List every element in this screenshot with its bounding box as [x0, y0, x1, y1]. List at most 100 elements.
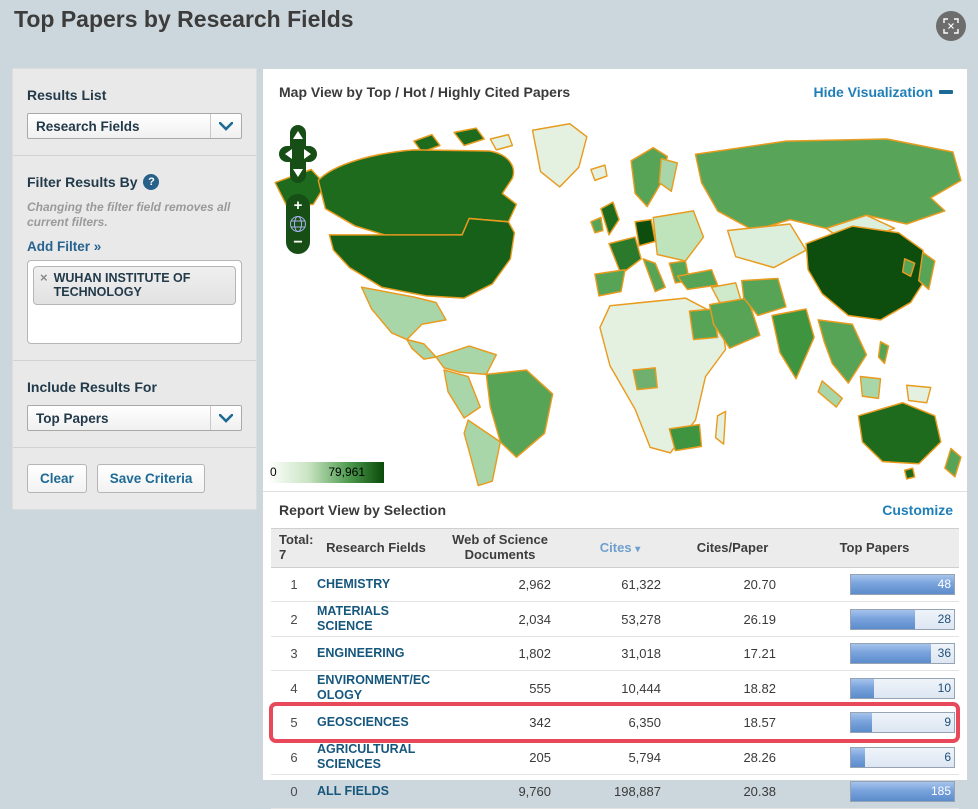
- cites-header-label: Cites: [599, 539, 632, 555]
- top-papers-bar: 48: [850, 574, 955, 595]
- hide-visualization-label: Hide Visualization: [813, 84, 933, 100]
- chevron-down-icon: [210, 406, 241, 430]
- include-results-heading: Include Results For: [27, 379, 157, 395]
- map-view-title: Map View by Top / Hot / Highly Cited Pap…: [279, 84, 571, 100]
- filters-sidebar: Results List Research Fields Filter Resu…: [12, 68, 257, 510]
- rank-cell: 2: [290, 611, 298, 627]
- filter-results-heading-text: Filter Results By: [27, 174, 138, 190]
- active-filters-box: × WUHAN INSTITUTE OF TECHNOLOGY: [27, 260, 242, 344]
- fullscreen-button[interactable]: [936, 11, 966, 41]
- hide-visualization-link[interactable]: Hide Visualization: [813, 84, 953, 100]
- table-row: 1 CHEMISTRY 2,962 61,322 20.70 48: [271, 568, 959, 602]
- cites-cell: 198,887: [614, 784, 661, 799]
- rank-cell: 5: [290, 715, 298, 730]
- results-list-heading: Results List: [27, 87, 107, 103]
- column-header-total: Total: 7: [279, 532, 314, 562]
- results-list-section: Results List Research Fields: [13, 69, 256, 155]
- map-controls: + −: [279, 125, 317, 254]
- include-results-dropdown[interactable]: Top Papers: [27, 405, 242, 431]
- cites-per-paper-cell: 20.70: [743, 577, 776, 592]
- filter-results-heading: Filter Results By?: [27, 174, 242, 190]
- top-papers-bar: 185: [850, 781, 955, 802]
- report-view-header: Report View by Selection Customize: [263, 492, 967, 528]
- results-list-selected-value: Research Fields: [36, 118, 140, 134]
- add-filter-link[interactable]: Add Filter »: [27, 239, 101, 254]
- map-view-header: Map View by Top / Hot / Highly Cited Pap…: [263, 69, 967, 115]
- expand-icon: [943, 18, 959, 34]
- field-link[interactable]: ENVIRONMENT/ECOLOGY: [317, 673, 435, 703]
- top-papers-value: 28: [937, 611, 951, 626]
- cites-per-paper-cell: 18.82: [743, 680, 776, 696]
- cites-per-paper-cell: 28.26: [743, 749, 776, 765]
- filter-results-section: Filter Results By? Changing the filter f…: [13, 155, 256, 360]
- column-header-research-fields[interactable]: Research Fields: [317, 540, 435, 556]
- customize-link[interactable]: Customize: [882, 502, 953, 518]
- column-header-cites-per-paper[interactable]: Cites/Paper: [675, 540, 790, 556]
- top-papers-bar: 36: [850, 643, 955, 664]
- cites-per-paper-cell: 17.21: [743, 646, 776, 661]
- filter-tag: × WUHAN INSTITUTE OF TECHNOLOGY: [33, 266, 236, 305]
- zoom-in-icon[interactable]: +: [294, 197, 303, 214]
- column-header-documents[interactable]: Web of Science Documents: [435, 532, 565, 563]
- documents-cell: 342: [529, 715, 551, 730]
- report-view-title: Report View by Selection: [279, 502, 447, 518]
- table-row-highlighted: 5 GEOSCIENCES 342 6,350 18.57 9: [269, 702, 960, 743]
- save-criteria-button[interactable]: Save Criteria: [96, 464, 206, 493]
- world-choropleth-map[interactable]: [263, 115, 967, 491]
- documents-cell: 555: [529, 680, 551, 696]
- field-link[interactable]: ENGINEERING: [317, 646, 435, 661]
- top-papers-value: 9: [944, 715, 951, 729]
- field-link[interactable]: GEOSCIENCES: [317, 715, 435, 730]
- top-papers-bar: 10: [850, 677, 955, 699]
- rank-cell: 1: [290, 577, 298, 592]
- column-header-top-papers[interactable]: Top Papers: [790, 540, 959, 556]
- table-row: 3 ENGINEERING 1,802 31,018 17.21 36: [271, 637, 959, 671]
- table-row: 0 ALL FIELDS 9,760 198,887 20.38 185: [271, 775, 959, 809]
- top-papers-value: 10: [937, 680, 951, 695]
- zoom-out-icon[interactable]: −: [293, 234, 302, 251]
- field-link[interactable]: MATERIALS SCIENCE: [317, 604, 435, 634]
- map-zoom-control[interactable]: + −: [286, 194, 310, 254]
- documents-cell: 2,962: [518, 577, 551, 592]
- field-link[interactable]: AGRICULTURAL SCIENCES: [317, 742, 435, 772]
- map-visualization: + − 0 79,961: [263, 115, 967, 492]
- main-panel: Map View by Top / Hot / Highly Cited Pap…: [262, 68, 968, 809]
- top-papers-bar: 6: [850, 746, 955, 768]
- help-icon[interactable]: ?: [143, 174, 160, 190]
- include-results-selected-value: Top Papers: [36, 410, 109, 426]
- documents-cell: 2,034: [518, 611, 551, 627]
- report-table: Total: 7 Research Fields Web of Science …: [269, 528, 960, 809]
- field-link[interactable]: CHEMISTRY: [317, 577, 435, 592]
- field-link[interactable]: ALL FIELDS: [317, 784, 435, 799]
- chevron-down-icon: [210, 114, 241, 138]
- cites-per-paper-cell: 20.38: [743, 784, 776, 799]
- top-papers-value: 48: [937, 577, 951, 591]
- rank-cell: 6: [290, 749, 298, 765]
- legend-max-value: 79,961: [328, 465, 366, 479]
- documents-cell: 9,760: [518, 784, 551, 799]
- rank-cell: 0: [290, 784, 298, 799]
- documents-cell: 1,802: [518, 646, 551, 661]
- filter-tag-label: WUHAN INSTITUTE OF TECHNOLOGY: [53, 271, 191, 300]
- cites-cell: 10,444: [621, 680, 661, 696]
- cites-per-paper-cell: 26.19: [743, 611, 776, 627]
- collapse-icon: [939, 90, 953, 94]
- documents-cell: 205: [529, 749, 551, 765]
- page-title: Top Papers by Research Fields: [14, 6, 354, 32]
- cites-per-paper-cell: 18.57: [743, 715, 776, 730]
- sort-desc-icon: ▾: [635, 543, 641, 555]
- map-pan-control[interactable]: [279, 125, 317, 185]
- legend-min-value: 0: [270, 465, 277, 479]
- top-papers-bar: 9: [850, 712, 955, 733]
- top-papers-value: 185: [930, 784, 951, 798]
- table-row: 4 ENVIRONMENT/ECOLOGY 555 10,444 18.82 1…: [271, 671, 959, 706]
- rank-cell: 3: [290, 646, 298, 661]
- cites-cell: 6,350: [628, 715, 661, 730]
- cites-cell: 5,794: [628, 749, 661, 765]
- remove-filter-icon[interactable]: ×: [40, 270, 48, 285]
- results-list-dropdown[interactable]: Research Fields: [27, 113, 242, 139]
- map-color-legend: 0 79,961: [268, 462, 384, 483]
- column-header-cites[interactable]: Cites ▾: [565, 539, 675, 556]
- clear-button[interactable]: Clear: [27, 464, 87, 493]
- rank-cell: 4: [290, 680, 298, 696]
